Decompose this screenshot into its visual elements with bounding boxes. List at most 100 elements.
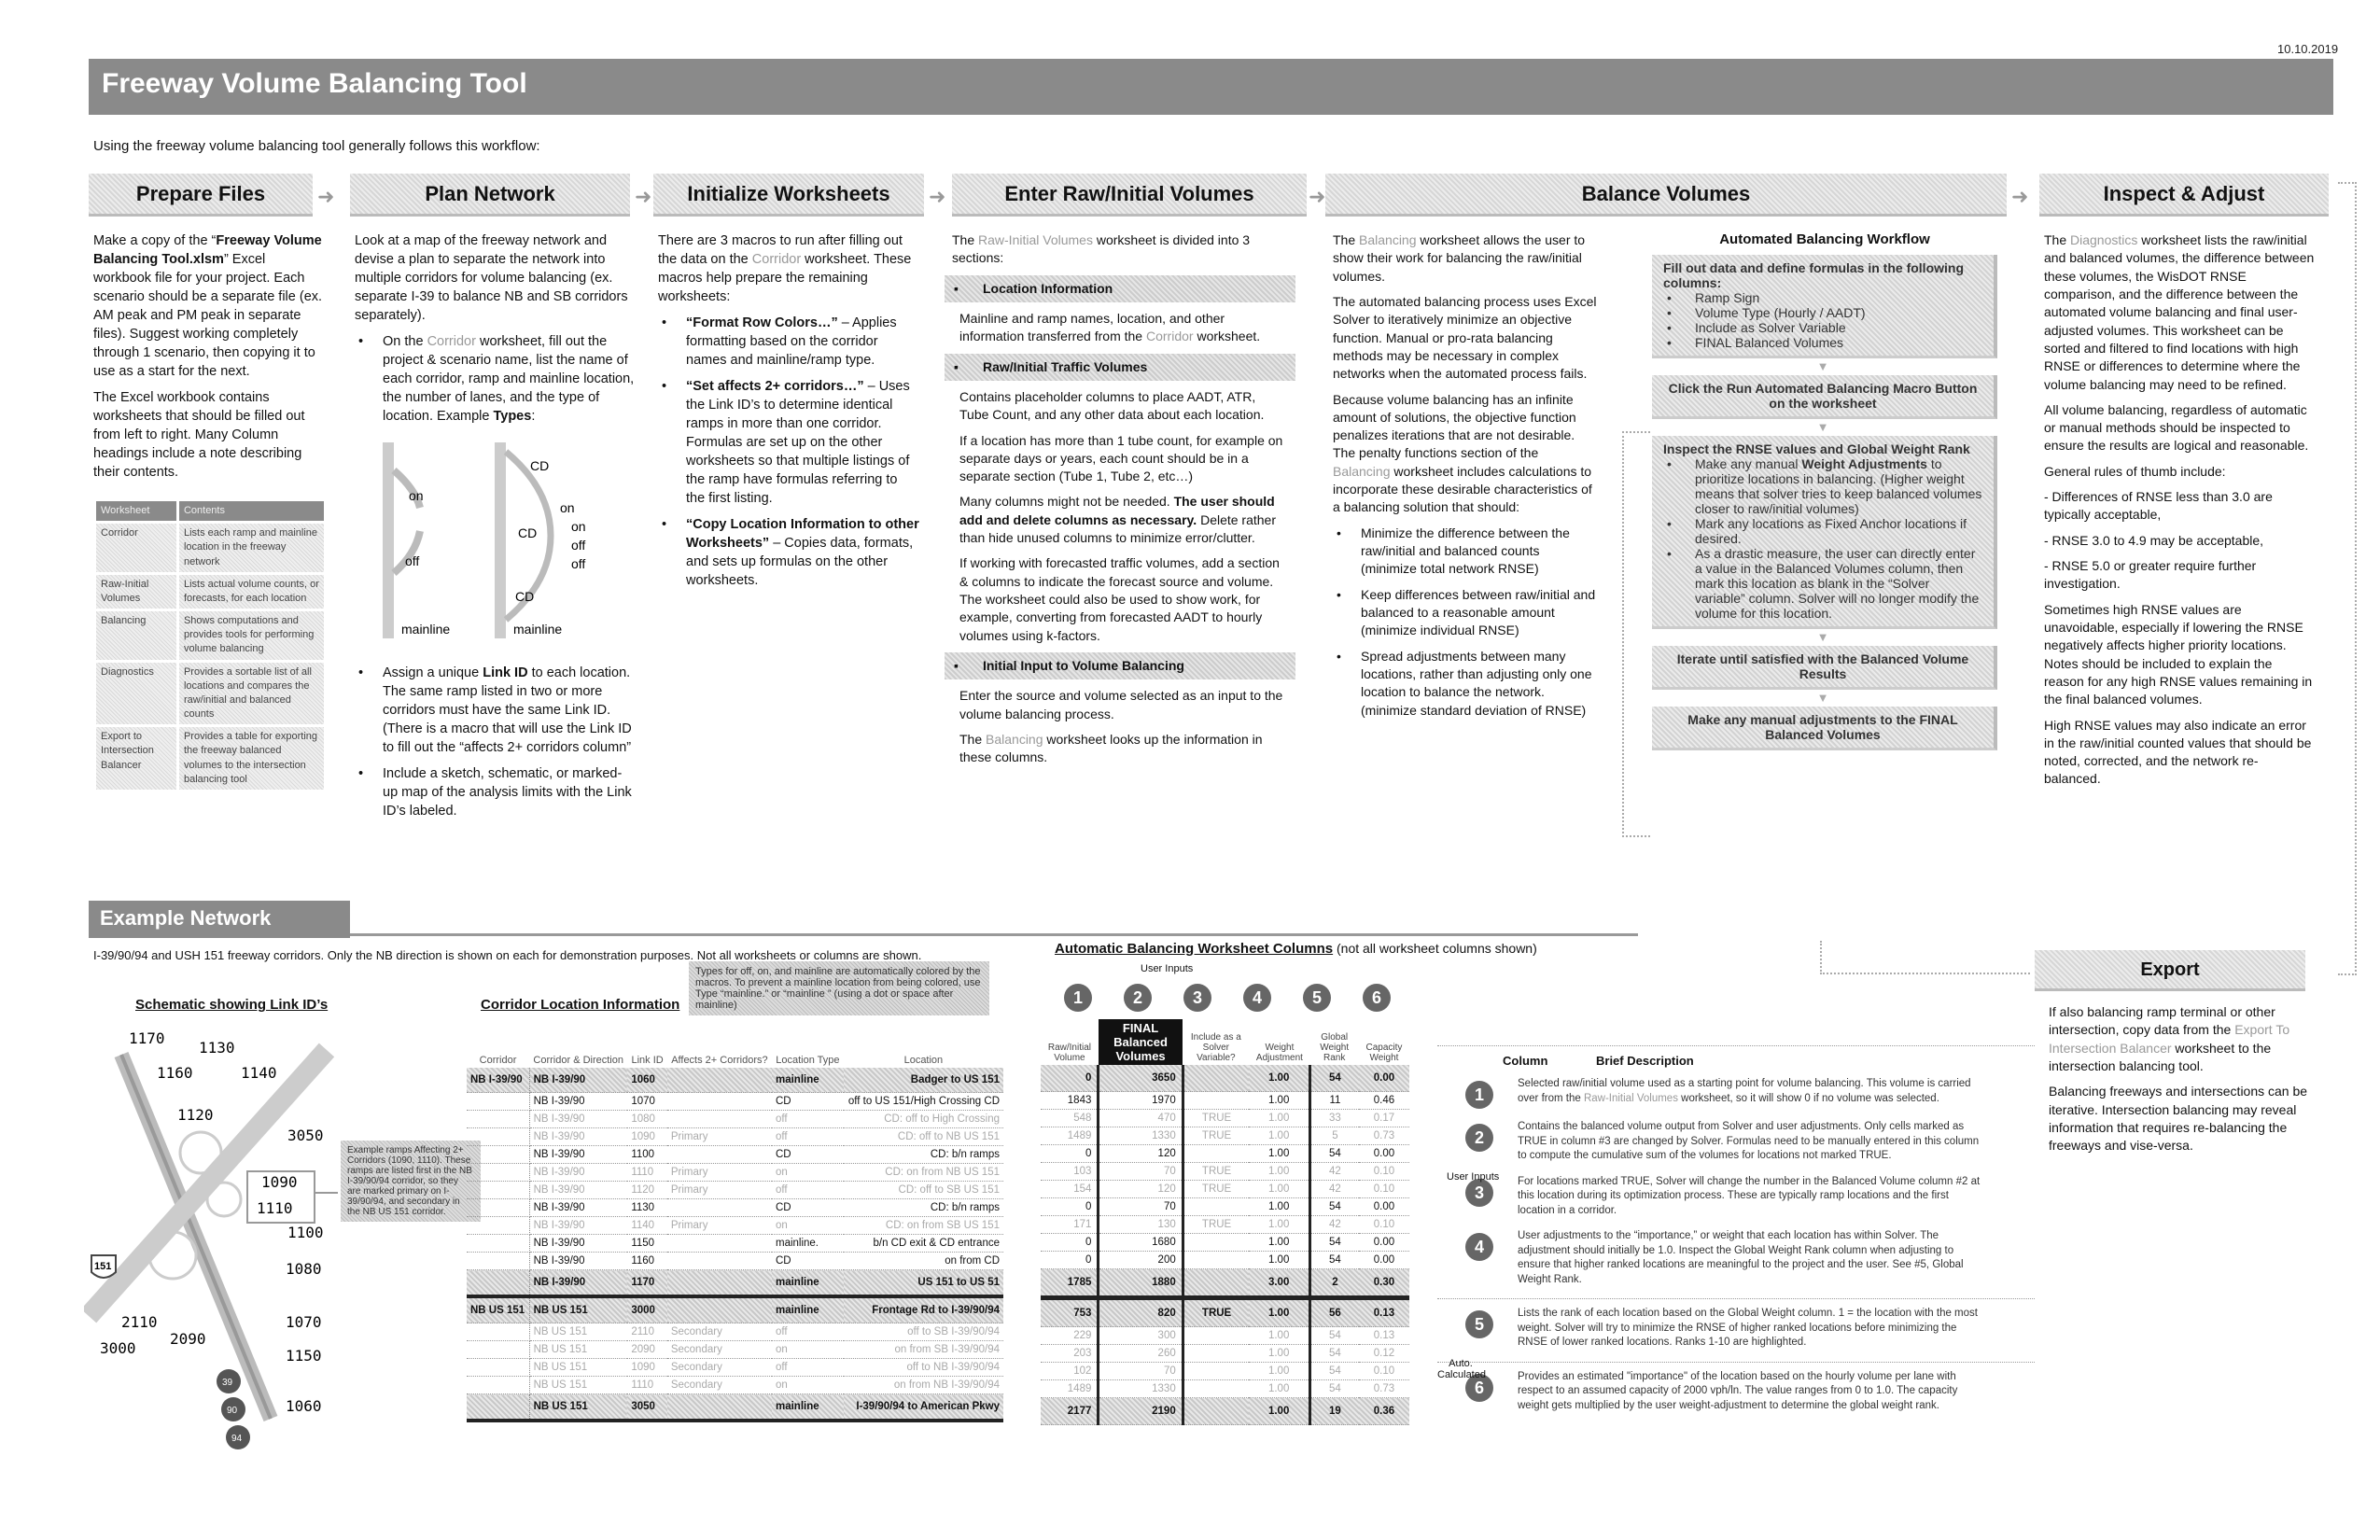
corridor-row: NB US 151 1110 Secondary on on from NB I-39/… bbox=[467, 1376, 1003, 1394]
corridor-cell: NB I-39/90 bbox=[529, 1110, 628, 1128]
balancing-cell: 19 bbox=[1309, 1397, 1359, 1425]
balancing-cell: TRUE bbox=[1183, 1109, 1250, 1127]
balancing-cell: 70 bbox=[1098, 1162, 1184, 1181]
balancing-cell: 154 bbox=[1041, 1180, 1100, 1198]
intro-text: Using the freeway volume balancing tool … bbox=[93, 138, 540, 154]
balancing-row: 102 70 1.00 54 0.10 bbox=[1041, 1362, 1409, 1380]
section-divider bbox=[350, 933, 1638, 936]
corridor-cell bbox=[666, 1234, 772, 1253]
link-id-label: 1060 bbox=[286, 1397, 322, 1415]
plan-bullet-3: Include a sketch, schematic, or marked-u… bbox=[355, 764, 635, 820]
worksheet-name: Diagnostics bbox=[96, 662, 176, 725]
corridor-row: NB US 151 1090 Secondary off off to NB I-39/… bbox=[467, 1358, 1003, 1377]
balancing-row: 0 1680 1.00 54 0.00 bbox=[1041, 1233, 1409, 1252]
diagram-label-mainline: mainline bbox=[401, 622, 450, 637]
balancing-cell: 0 bbox=[1041, 1144, 1100, 1163]
corridor-cell: 1090 bbox=[627, 1127, 667, 1146]
corridor-cell: NB I-39/90 bbox=[529, 1234, 628, 1253]
workflow-list-item: FINAL Balanced Volumes bbox=[1663, 335, 1982, 350]
prepare-paragraph-1: Make a copy of the “Freeway Volume Balan… bbox=[93, 233, 323, 379]
macro-format-row-colors: “Format Row Colors…” – Applies formattin… bbox=[658, 314, 919, 370]
balancing-cell: 1.00 bbox=[1249, 1233, 1311, 1252]
example-intro: I-39/90/94 and USH 151 freeway corridors… bbox=[93, 948, 922, 962]
balancing-cell: 3650 bbox=[1098, 1065, 1184, 1092]
corridor-cell: CD: off to SB US 151 bbox=[843, 1181, 1003, 1199]
description-text: Selected raw/initial volume used as a st… bbox=[1518, 1078, 1971, 1104]
corridor-cell: off to US 151/High Crossing CD bbox=[843, 1092, 1003, 1111]
balancing-cell: 1.00 bbox=[1249, 1109, 1311, 1127]
link-id-label: 3000 bbox=[100, 1339, 136, 1357]
section-initial-input: Initial Input to Volume Balancing bbox=[945, 651, 1295, 680]
corridor-cell: 1090 bbox=[627, 1358, 667, 1377]
corridor-cell: CD bbox=[771, 1252, 844, 1270]
corridor-cell: on bbox=[771, 1216, 844, 1235]
corridor-cell bbox=[467, 1252, 530, 1270]
arrow-right-icon: ➜ bbox=[2011, 185, 2029, 208]
corridor-row: NB I-39/90 1070 CD off to US 151/High Cross… bbox=[467, 1092, 1003, 1111]
corridor-row: NB I-39/90 1110 Primary on CD: on from NB US… bbox=[467, 1163, 1003, 1182]
corridor-cell: I-39/90/94 to American Pkwy bbox=[843, 1393, 1003, 1422]
balancing-row: 1843 1970 1.00 11 0.46 bbox=[1041, 1091, 1409, 1110]
corridor-cell bbox=[467, 1269, 530, 1298]
header-column: Column bbox=[1503, 1054, 1548, 1068]
balancing-cell: 1680 bbox=[1098, 1233, 1184, 1252]
balancing-cell: 1.00 bbox=[1249, 1326, 1311, 1345]
balancing-cell bbox=[1183, 1091, 1250, 1110]
column-description: 2 Contains the balanced volume output fr… bbox=[1437, 1120, 2035, 1164]
description-text: User adjustments to the “importance,” or… bbox=[1518, 1230, 1964, 1285]
balancing-cell: 820 bbox=[1098, 1297, 1184, 1327]
balancing-cell: 548 bbox=[1041, 1109, 1100, 1127]
inspect-export-connector bbox=[2338, 182, 2357, 975]
link-id-label: 1160 bbox=[157, 1064, 193, 1082]
corridor-cell: CD bbox=[771, 1198, 844, 1217]
balancing-cell: 0.17 bbox=[1358, 1109, 1409, 1127]
balancing-cell: 0 bbox=[1041, 1251, 1100, 1269]
corridor-cell: 1110 bbox=[627, 1163, 667, 1182]
column-description: 6 Provides an estimated "importance" of … bbox=[1437, 1361, 2035, 1414]
types-note: Types for off, on, and mainline are auto… bbox=[689, 961, 989, 1015]
raw-s2-p2: If a location has more than 1 tube count… bbox=[959, 432, 1283, 484]
corridor-cell: 2110 bbox=[627, 1323, 667, 1341]
balancing-cell: 1.00 bbox=[1249, 1379, 1311, 1398]
balance-text-column: The Balancing worksheet allows the user … bbox=[1333, 231, 1599, 727]
arrow-right-icon: ➜ bbox=[929, 185, 946, 208]
corridor-cell: 1140 bbox=[627, 1216, 667, 1235]
column-number-badge: 2 bbox=[1124, 984, 1152, 1012]
inspect-p3: General rules of thumb include: bbox=[2044, 463, 2226, 479]
workflow-step-inspect: Inspect the RNSE values and Global Weigh… bbox=[1652, 436, 1997, 629]
corridor-cell: Secondary bbox=[666, 1323, 772, 1341]
raw-s2-p1: Contains placeholder columns to place AA… bbox=[959, 388, 1265, 423]
inspect-p4: Sometimes high RNSE values are unavoidab… bbox=[2044, 601, 2313, 707]
link-id-label: 1080 bbox=[286, 1260, 322, 1278]
column-number-badge: 4 bbox=[1465, 1233, 1493, 1262]
description-text: Lists the rank of each location based on… bbox=[1518, 1308, 1978, 1349]
workflow-step-heading: Fill out data and define formulas in the… bbox=[1663, 260, 1964, 290]
export-p2: Balancing freeways and intersections can… bbox=[2049, 1084, 2308, 1154]
shield-label: 94 bbox=[231, 1434, 243, 1444]
corridor-cell bbox=[467, 1110, 530, 1128]
us-151-shield-icon: 151 bbox=[91, 1254, 117, 1279]
workflow-step-manual-adjust: Make any manual adjustments to the FINAL… bbox=[1652, 707, 1997, 750]
link-id-label: 1170 bbox=[129, 1029, 165, 1047]
balancing-cell: 0.73 bbox=[1358, 1127, 1409, 1145]
worksheet-contents: Provides a sortable list of all location… bbox=[178, 662, 324, 725]
balancing-cell: 54 bbox=[1309, 1251, 1359, 1269]
balancing-cell: 54 bbox=[1309, 1197, 1359, 1216]
column-number-badge: 4 bbox=[1243, 984, 1271, 1012]
column-number-badge: 6 bbox=[1363, 984, 1391, 1012]
corridor-row: NB I-39/90 NB I-39/90 1060 mainline Badger t… bbox=[467, 1068, 1003, 1093]
workflow-step-iterate: Iterate until satisfied with the Balance… bbox=[1652, 646, 1997, 690]
corridor-cell bbox=[467, 1163, 530, 1182]
corridor-cell: NB I-39/90 bbox=[529, 1127, 628, 1146]
corridor-cell: NB US 151 bbox=[529, 1340, 628, 1359]
arrow-right-icon: ➜ bbox=[317, 185, 335, 208]
column-header: Raw/Initial Volume bbox=[1047, 1043, 1091, 1063]
corridor-cell: NB I-39/90 bbox=[467, 1068, 530, 1093]
corridor-cell bbox=[666, 1393, 772, 1422]
balancing-cell: 1785 bbox=[1041, 1268, 1100, 1300]
balancing-cell: 0.73 bbox=[1358, 1379, 1409, 1398]
balancing-cell: 0.13 bbox=[1358, 1326, 1409, 1345]
balancing-row: 0 120 1.00 54 0.00 bbox=[1041, 1144, 1409, 1163]
balancing-cell: 1843 bbox=[1041, 1091, 1100, 1110]
corridor-cell bbox=[666, 1269, 772, 1298]
